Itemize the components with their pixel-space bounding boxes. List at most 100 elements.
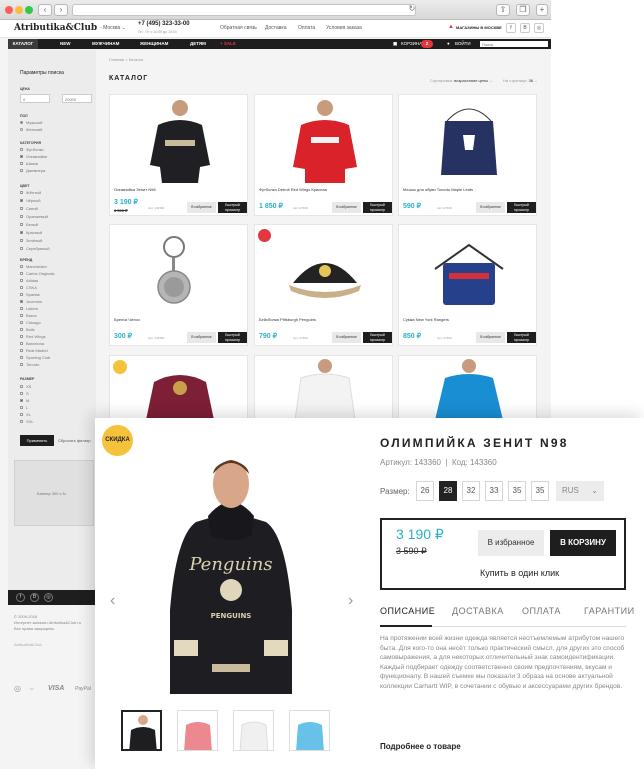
filter-option[interactable]: XS [26,384,31,389]
filter-checkbox[interactable] [20,356,23,359]
nav-catalog[interactable]: КАТАЛОГ [8,39,38,49]
tab-payment[interactable]: ОПЛАТА [522,606,561,616]
product-card[interactable]: Бейсболка Pittsburgh Penguins 790 ₽ Арт.… [254,224,393,346]
filter-option[interactable]: Футболки [26,147,44,152]
filter-option[interactable]: Toronto [26,362,39,367]
filter-checkbox[interactable] [20,413,23,416]
reload-icon[interactable]: ↻ [405,4,419,16]
price-to-input[interactable]: 20000 [62,94,92,103]
vk-icon[interactable]: B [520,23,530,33]
gender-radio[interactable] [20,121,23,124]
filter-option[interactable]: Синий [26,206,38,211]
filter-checkbox[interactable] [20,247,23,250]
minimize-window-button[interactable] [15,6,23,14]
filter-option[interactable]: Juventus [26,299,42,304]
header-link-feedback[interactable]: Обратная связь [220,25,257,31]
filter-checkbox[interactable] [20,215,23,218]
facebook-icon[interactable]: f [506,23,516,33]
add-to-favorites-button[interactable]: В избранное [187,332,216,343]
quick-view-button[interactable]: Быстрый просмотр [218,332,247,343]
instagram-icon[interactable]: ◎ [534,23,544,33]
reset-filter-link[interactable]: Сбросить фильтр [58,435,91,446]
filter-option[interactable]: Женский [26,127,42,132]
size-option[interactable]: 26 [416,481,434,501]
footer-instagram-icon[interactable]: ◎ [44,593,53,602]
per-page-control[interactable]: На странице: 36 ⌄ [503,78,538,83]
filter-checkbox[interactable] [20,223,23,226]
nav-men[interactable]: МУЖЧИНАМ [92,41,119,46]
back-arrow-icon[interactable]: ‹ [38,4,52,16]
filter-option[interactable]: Зелёный [26,238,42,243]
filter-checkbox[interactable] [20,335,23,338]
filter-checkbox[interactable] [20,191,23,194]
login-link[interactable]: Войти [455,41,471,46]
add-to-favorites-button[interactable]: В избранное [332,332,361,343]
cart-icon[interactable]: ▣ [393,41,397,47]
breadcrumb[interactable]: Главная > Каталог [109,57,143,62]
filter-option[interactable]: Sporting Club [26,355,50,360]
filter-checkbox[interactable] [20,399,23,402]
filter-checkbox[interactable] [20,385,23,388]
filter-option[interactable]: XL [26,412,31,417]
footer-vk-icon[interactable]: B [30,593,39,602]
product-name[interactable]: Бейсболка Pittsburgh Penguins [259,317,316,322]
filter-option[interactable]: Real Madrid [26,348,48,353]
filter-checkbox[interactable] [20,199,23,202]
filter-option[interactable]: M [26,398,29,403]
thumbnail-hoodie-pink[interactable] [177,710,218,751]
filter-option[interactable]: Bulls [26,327,35,332]
filter-checkbox[interactable] [20,231,23,234]
add-to-favorites-button[interactable]: В избранное [478,530,544,556]
add-to-favorites-button[interactable]: В избранное [332,202,361,213]
header-link-delivery[interactable]: Доставка [265,25,286,31]
add-to-favorites-button[interactable]: В избранное [187,202,216,213]
filter-checkbox[interactable] [20,148,23,151]
sidebar-banner[interactable]: Баннер 300 x N [14,460,94,526]
quick-view-button[interactable]: Быстрый просмотр [363,332,392,343]
size-option[interactable]: 32 [462,481,480,501]
size-option[interactable]: 35 [531,481,549,501]
filter-option[interactable]: Carlos Originals [26,271,54,276]
filter-checkbox[interactable] [20,162,23,165]
filter-checkbox[interactable] [20,169,23,172]
next-image-arrow-icon[interactable]: › [348,592,353,610]
filter-checkbox[interactable] [20,155,23,158]
filter-option[interactable]: Оранжевый [26,214,48,219]
cart-label[interactable]: Корзина [401,41,422,46]
footer-facebook-icon[interactable]: f [16,593,25,602]
product-card[interactable]: Сумка New York Rangers 850 ₽ Арт. 27460 … [398,224,537,346]
filter-checkbox[interactable] [20,265,23,268]
filter-option[interactable]: Джемпера [26,168,45,173]
tab-description[interactable]: ОПИСАНИЕ [380,606,435,616]
filter-option[interactable]: Lakers [26,306,38,311]
new-tab-icon[interactable]: + [536,4,548,16]
filter-checkbox[interactable] [20,307,23,310]
sort-control[interactable]: Сортировка: возрастание цены ⌄ [430,78,493,83]
add-to-favorites-button[interactable]: В избранное [476,332,505,343]
filter-option[interactable]: Чёрный [26,198,40,203]
city-selector[interactable]: ◦ Москва ⌄ [100,25,126,31]
size-option-selected[interactable]: 28 [439,481,457,501]
filter-option[interactable]: L [26,405,28,410]
quick-view-button[interactable]: Быстрый просмотр [363,202,392,213]
filter-checkbox[interactable] [20,321,23,324]
filter-checkbox[interactable] [20,328,23,331]
filter-option[interactable]: Adidas [26,278,38,283]
size-option[interactable]: 35 [508,481,526,501]
price-from-input[interactable]: 0 [20,94,50,103]
add-to-cart-button[interactable]: В КОРЗИНУ [550,530,616,556]
nav-new[interactable]: NEW [60,41,71,46]
filter-option[interactable]: Олимпийки [26,154,47,159]
filter-option[interactable]: Red Wings [26,334,46,339]
filter-checkbox[interactable] [20,286,23,289]
address-bar[interactable] [72,4,416,16]
filter-checkbox[interactable] [20,300,23,303]
filter-checkbox[interactable] [20,406,23,409]
apply-filter-button[interactable]: Применить [20,435,54,446]
site-logo[interactable]: Atributika&Club [14,23,97,33]
product-name[interactable]: Олимпийка Зенит N98 [114,187,156,192]
maximize-window-button[interactable] [25,6,33,14]
filter-checkbox[interactable] [20,314,23,317]
gender-radio[interactable] [20,128,23,131]
thumbnail-hoodie-dark[interactable] [121,710,162,751]
